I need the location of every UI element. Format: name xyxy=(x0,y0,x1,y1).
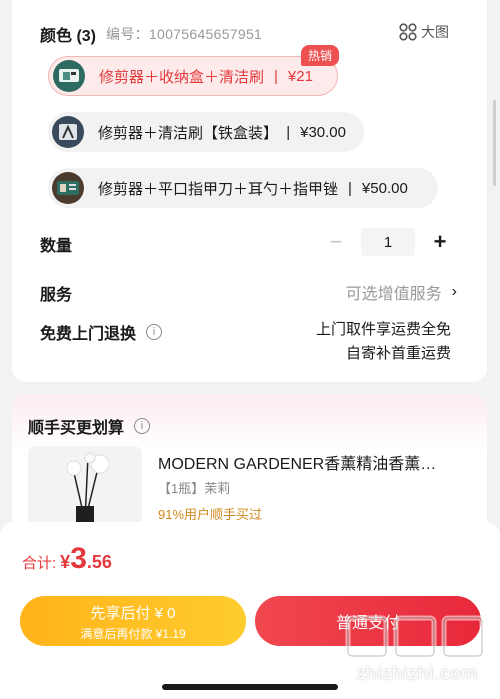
bundle-title-row: 顺手买更划算 i xyxy=(28,414,151,438)
total-label: 合计: xyxy=(22,555,57,572)
quantity-input[interactable]: 1 xyxy=(361,228,415,256)
option-price: ¥21 xyxy=(287,67,313,85)
color-title: 颜色 (3) xyxy=(40,28,97,45)
option-label: 修剪器＋收纳盒＋清洁刷 xyxy=(99,68,265,86)
service-selector[interactable]: 可选增值服务 › xyxy=(346,280,457,304)
pay-later-button[interactable]: 先享后付 ¥ 0 满意后再付款 ¥1.19 xyxy=(20,596,246,646)
plus-button[interactable]: + xyxy=(429,231,451,253)
home-indicator xyxy=(162,684,338,690)
quantity-label: 数量 xyxy=(40,238,73,255)
big-view-button[interactable]: 大图 xyxy=(399,22,449,42)
hot-badge: 热销 xyxy=(300,45,339,66)
return-label: 免费上门退换 xyxy=(40,326,137,343)
option-label: 修剪器＋平口指甲刀＋耳勺＋指甲锉 xyxy=(98,180,339,198)
option-thumbnail xyxy=(52,172,84,204)
watermark-logo xyxy=(342,612,492,662)
option-1[interactable]: 修剪器＋收纳盒＋清洁刷 | ¥21 热销 xyxy=(48,45,339,96)
option-label: 修剪器＋清洁刷【铁盒装】 xyxy=(98,124,279,142)
option-3[interactable]: 修剪器＋平口指甲刀＋耳勺＋指甲锉 | ¥50.00 xyxy=(48,168,438,208)
currency-symbol: ¥ xyxy=(60,552,71,572)
quantity-stepper: − 1 + xyxy=(325,228,451,256)
total-decimal: .56 xyxy=(86,552,112,572)
return-label-row: 免费上门退换 i xyxy=(40,320,163,344)
watermark: zhizhizhi.com xyxy=(342,612,492,692)
option-thumbnail xyxy=(52,116,84,148)
product-purchase-rate: 91%用户顺手买过 xyxy=(158,507,263,522)
big-view-label: 大图 xyxy=(421,24,449,40)
color-header: 颜色 (3) 编号：10075645657951 xyxy=(40,22,262,46)
sku-number: 编号：10075645657951 xyxy=(106,26,263,42)
option-2[interactable]: 修剪器＋清洁刷【铁盒装】 | ¥30.00 xyxy=(48,112,364,152)
total-price: 合计: ¥ 3 .56 xyxy=(22,542,112,576)
info-icon[interactable]: i xyxy=(134,418,151,434)
total-integer: 3 xyxy=(70,542,87,575)
product-title[interactable]: MODERN GARDENER香薰精油香薰… xyxy=(158,450,470,474)
bundle-title: 顺手买更划算 xyxy=(28,420,125,437)
minus-button[interactable]: − xyxy=(325,231,347,253)
option-price: ¥30.00 xyxy=(300,123,346,141)
watermark-text: zhizhizhi.com xyxy=(356,664,478,684)
return-description: 上门取件享运费全免 自寄补首重运费 xyxy=(315,321,451,362)
info-icon[interactable]: i xyxy=(146,324,163,340)
sku-card: 颜色 (3) 编号：10075645657951 大图 修剪器＋收纳盒＋清洁刷 … xyxy=(12,0,487,382)
grid-icon xyxy=(399,23,417,41)
service-label: 服务 xyxy=(40,287,73,304)
chevron-right-icon: › xyxy=(451,283,457,300)
service-value: 可选增值服务 xyxy=(345,286,442,303)
scrollbar[interactable] xyxy=(493,100,496,186)
product-image[interactable] xyxy=(28,446,142,526)
product-spec: 【1瓶】茉莉 xyxy=(158,481,231,496)
option-price: ¥50.00 xyxy=(361,179,408,197)
option-thumbnail xyxy=(53,60,85,92)
